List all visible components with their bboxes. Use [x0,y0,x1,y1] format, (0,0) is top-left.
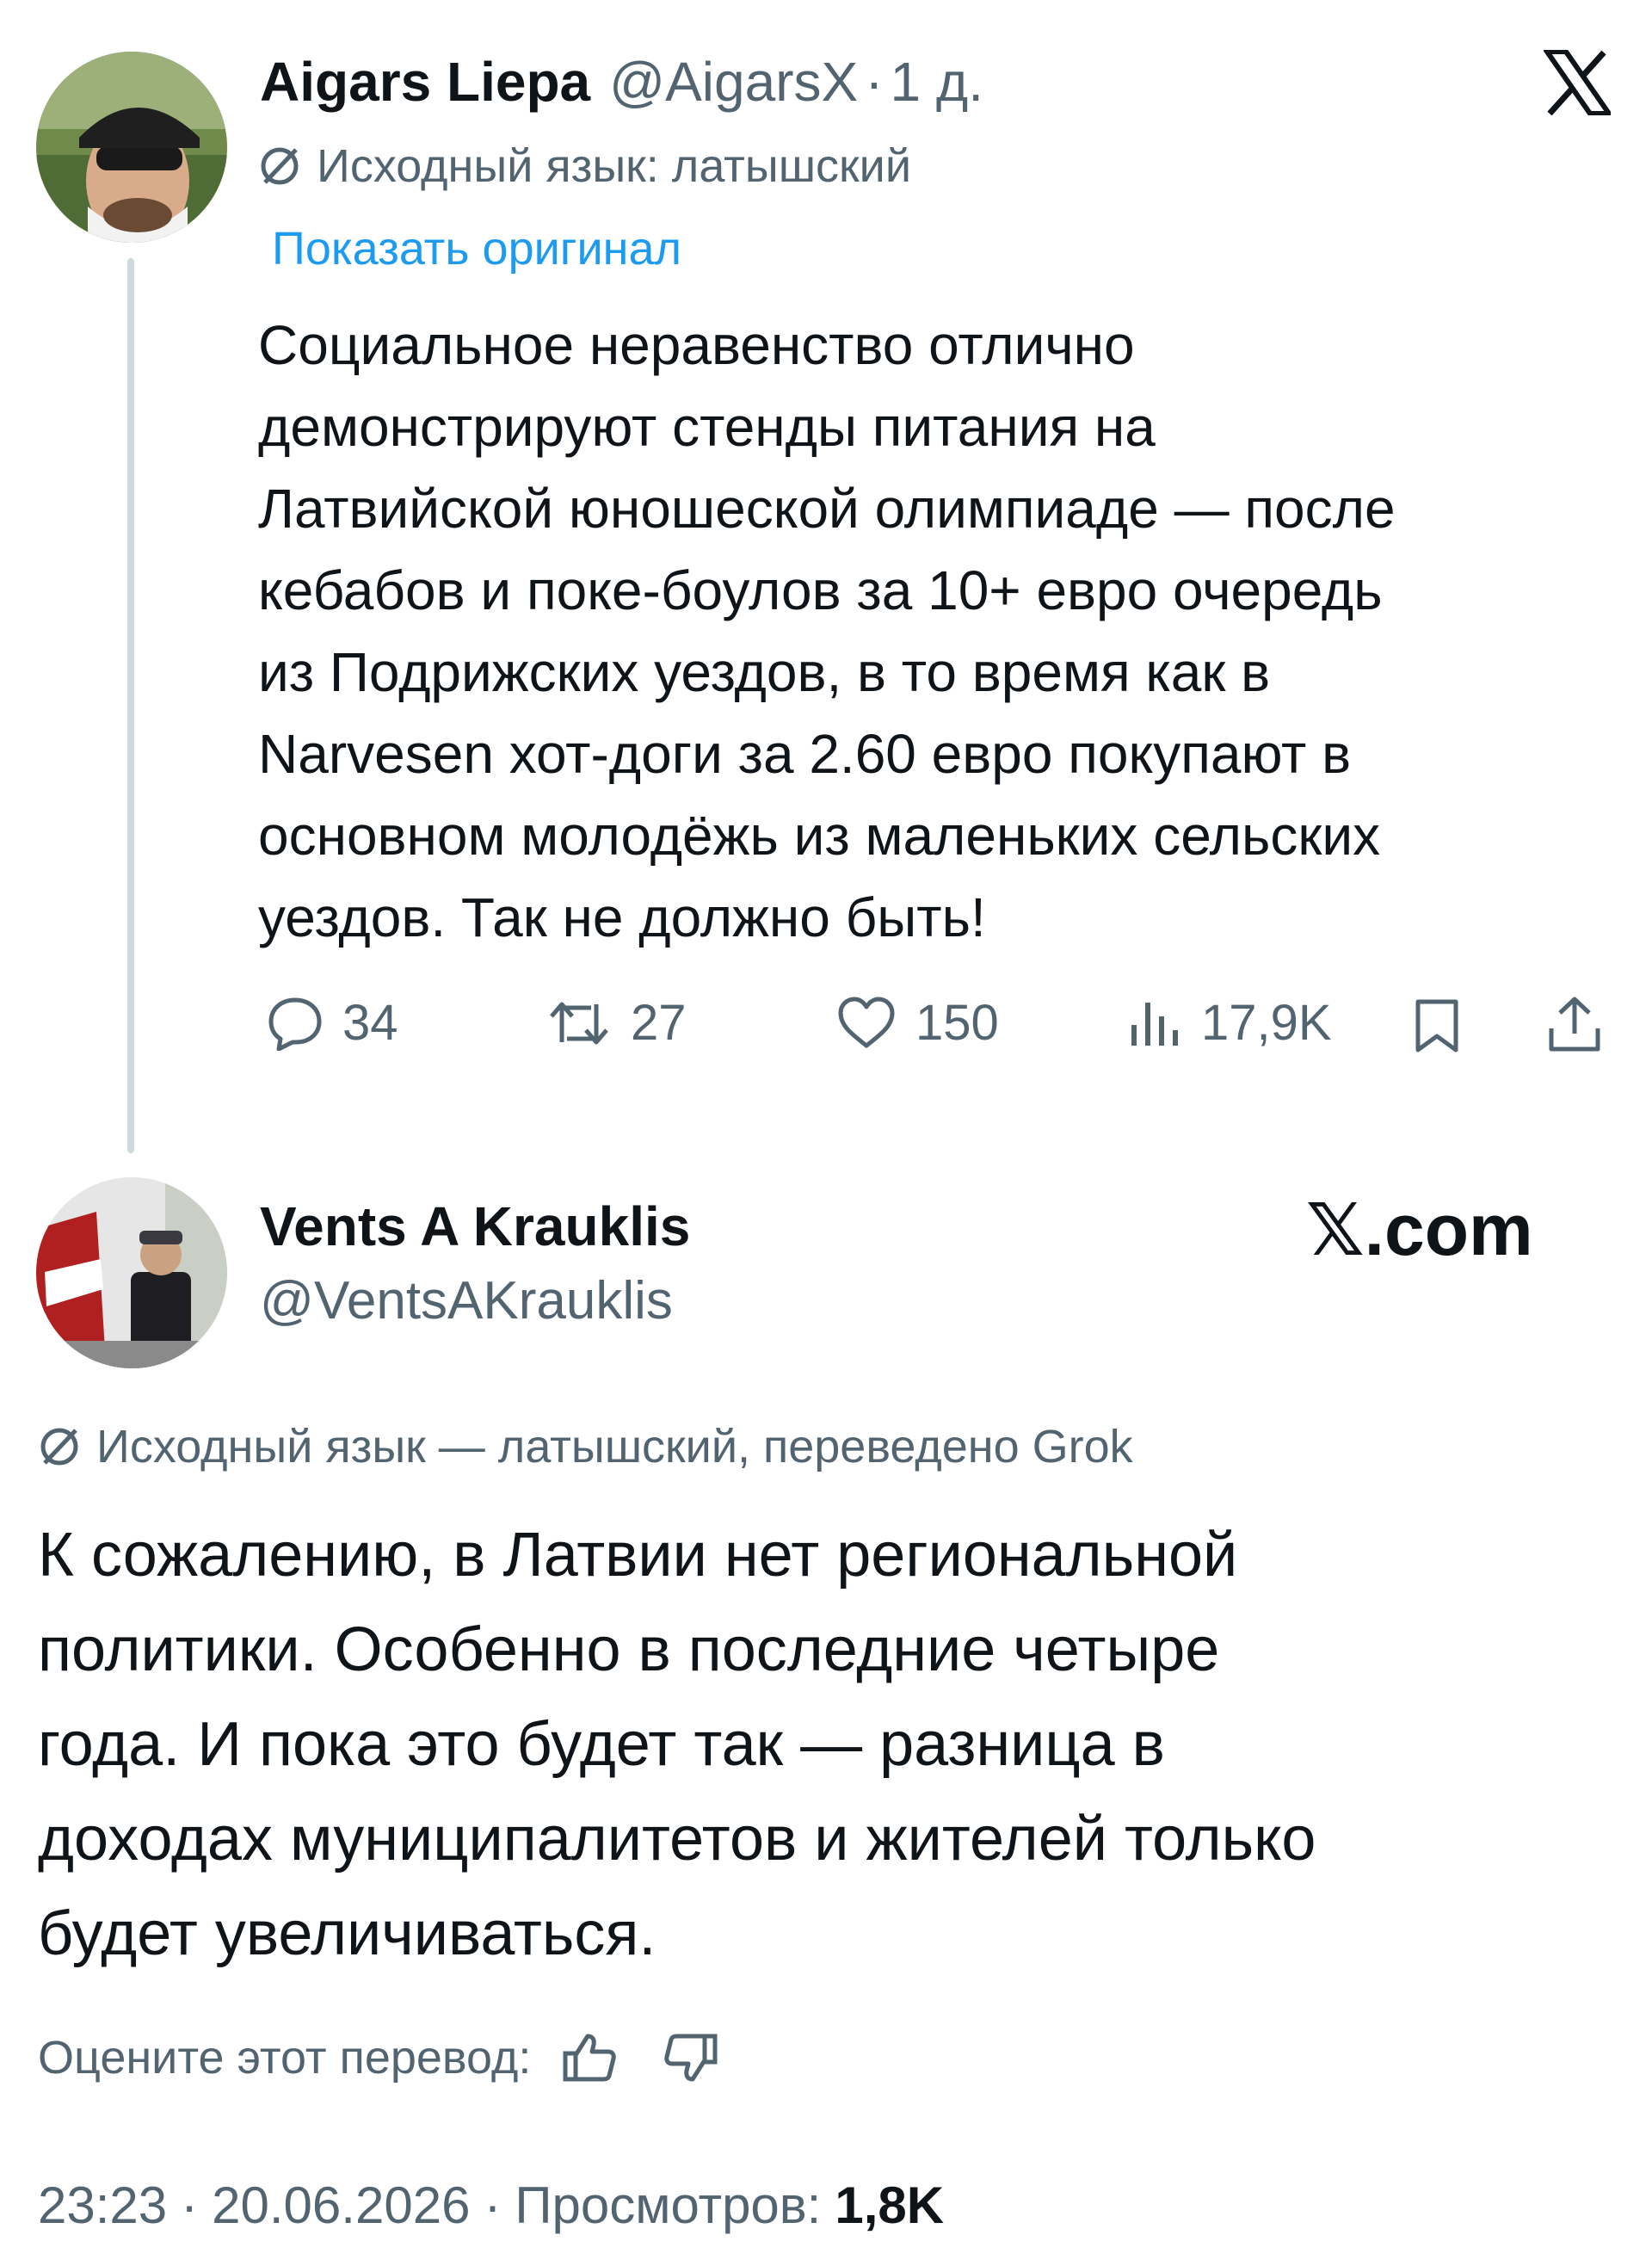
repost-icon [546,996,612,1051]
show-original-link[interactable]: Показать оригинал [272,222,681,275]
tweet-body: Социальное неравенство отлично демонстри… [258,305,1396,959]
tweet-body: К сожалению, в Латвии нет региональной п… [38,1508,1316,1981]
author-handle[interactable]: @AigarsX [609,50,858,114]
thumbs-down-icon[interactable] [663,2031,718,2084]
lang-note: Исходный язык: латышский [317,140,911,192]
translation-note: Исходный язык — латышский, переведено Gr… [38,1420,1133,1473]
like-button[interactable]: 150 [836,994,999,1052]
body-line: года. И пока это будет так — разница в [38,1710,1165,1779]
body-line: Социальное неравенство отлично [258,314,1135,376]
body-line: будет увеличиваться. [38,1899,656,1968]
like-icon [836,996,897,1051]
tweet-meta: 23:23 · 20.06.2026 · Просмотров: 1,8K [38,2176,944,2235]
body-line: основном молодёжь из маленьких сельских [258,805,1381,867]
views-count: 17,9K [1201,995,1332,1051]
body-line: уездов. Так не должно быть! [258,886,986,948]
body-line: политики. Особенно в последние четыре [38,1615,1220,1684]
lang-note: Исходный язык — латышский, переведено Gr… [96,1421,1133,1472]
translate-icon [258,145,301,188]
author-handle[interactable]: @VentsAKrauklis [260,1270,673,1331]
author-name[interactable]: Aigars Liepa [260,50,590,114]
body-line: К сожалению, в Латвии нет региональной [38,1521,1238,1590]
translation-note: Исходный язык: латышский [258,139,911,193]
body-line: демонстрируют стенды питания на [258,396,1156,458]
reply-button[interactable]: 34 [267,994,398,1052]
body-line: из Подрижских уездов, в то время как в [258,641,1271,703]
body-line: доходах муниципалитетов и жителей только [38,1805,1316,1874]
views-count[interactable]: 1,8K [835,2176,944,2235]
x-logo-icon[interactable] [1544,50,1611,115]
thumbs-up-icon[interactable] [562,2031,617,2084]
views-icon [1127,996,1182,1051]
reply-icon [267,996,324,1051]
repost-count: 27 [631,995,687,1051]
rate-translation-label: Оцените этот перевод: [38,2032,532,2084]
separator-dot: · [484,2176,502,2234]
body-line: Латвийской юношеской олимпиаде — после [258,478,1396,540]
separator-dot: · [865,51,884,113]
views-label: Просмотров: [515,2176,822,2234]
share-icon[interactable] [1546,994,1603,1054]
like-count: 150 [915,995,999,1051]
thread-line [127,258,134,1153]
body-line: кебабов и поке-боулов за 10+ евро очеред… [258,559,1383,621]
body-line: Narvesen хот-доги за 2.60 евро покупают … [258,723,1352,785]
tweet-date[interactable]: 20.06.2026 [212,2176,470,2235]
translate-icon [38,1425,81,1468]
bookmark-icon[interactable] [1411,998,1463,1055]
tweet-time[interactable]: 23:23 [38,2176,167,2235]
repost-button[interactable]: 27 [546,994,687,1052]
reply-count: 34 [342,995,398,1051]
avatar-vents[interactable] [36,1177,227,1368]
separator-dot: · [181,2176,199,2234]
author-name[interactable]: Vents A Krauklis [260,1195,690,1258]
xcom-watermark: 𝕏.com [1306,1189,1533,1270]
tweet-header: Aigars Liepa @AigarsX · 1 д. [260,50,983,119]
tweet-time[interactable]: 1 д. [891,50,984,114]
rate-translation: Оцените этот перевод: [38,2031,718,2084]
avatar-aigars[interactable] [36,52,227,243]
views-button[interactable]: 17,9K [1127,994,1332,1052]
